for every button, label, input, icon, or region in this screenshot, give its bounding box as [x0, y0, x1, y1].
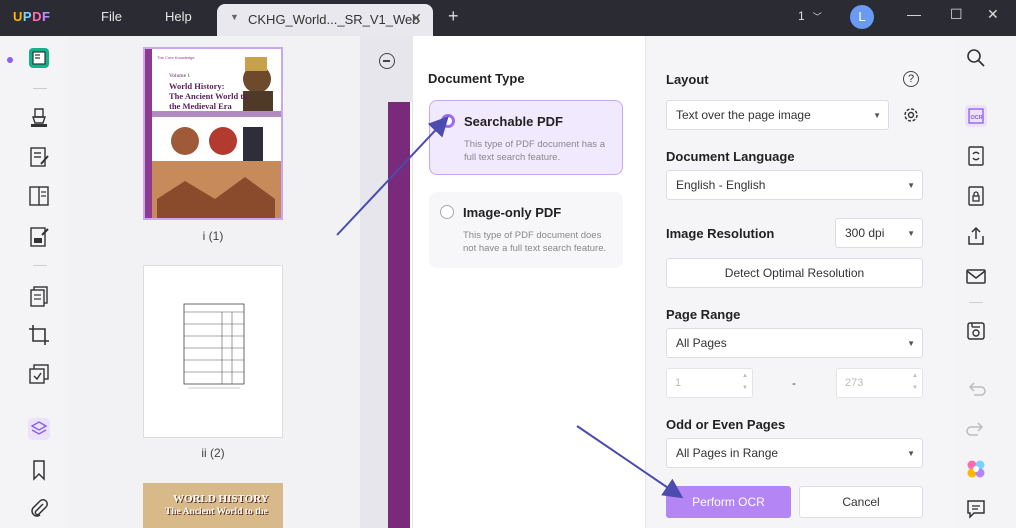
- page-range-value: All Pages: [676, 336, 727, 350]
- ai-assistant-icon[interactable]: [965, 458, 987, 480]
- thumbnail-label: i (1): [202, 229, 224, 243]
- tab-dropdown-icon[interactable]: ▼: [230, 12, 239, 22]
- zoom-out-icon[interactable]: [379, 53, 395, 69]
- option-description: This type of PDF document has a full tex…: [464, 139, 605, 163]
- range-to-field[interactable]: 273 ▲ ▼: [836, 368, 923, 398]
- minimize-icon[interactable]: —: [907, 6, 921, 22]
- cover-title: Volume 1 World History: The Ancient Worl…: [169, 73, 248, 111]
- document-type-heading: Document Type: [428, 71, 525, 86]
- close-tab-icon[interactable]: ✕: [410, 10, 422, 27]
- toolbar-divider: [33, 88, 47, 89]
- convert-icon[interactable]: [965, 145, 987, 167]
- document-tab[interactable]: ▼ CKHG_World..._SR_V1_Web ✕: [217, 4, 433, 36]
- thumbnail-label: ii (2): [201, 446, 225, 460]
- option-description: This type of PDF document does not have …: [463, 230, 607, 254]
- option-searchable-pdf[interactable]: Searchable PDF This type of PDF document…: [429, 100, 623, 175]
- layout-heading: Layout: [666, 72, 709, 87]
- highlighter-icon[interactable]: [28, 106, 52, 130]
- odd-even-value: All Pages in Range: [676, 446, 779, 460]
- svg-text:The Core Knowledge: The Core Knowledge: [157, 55, 195, 60]
- email-icon[interactable]: [965, 265, 987, 287]
- sidebar-indicator: [7, 57, 13, 63]
- language-heading: Document Language: [666, 149, 795, 164]
- reader-icon[interactable]: [28, 47, 52, 71]
- spin-up-icon[interactable]: ▲: [912, 373, 918, 379]
- resolution-value: 300 dpi: [845, 226, 885, 240]
- menu-help[interactable]: Help: [165, 9, 192, 24]
- resolution-heading: Image Resolution: [666, 226, 775, 241]
- range-from-field[interactable]: 1 ▲ ▼: [666, 368, 753, 398]
- toolbar-divider: [969, 302, 983, 303]
- dropdown-arrow-icon: ▼: [873, 111, 881, 120]
- document-page: [388, 102, 412, 528]
- option-title: Searchable PDF: [464, 114, 563, 129]
- window-count[interactable]: 1 ﹀: [798, 9, 822, 23]
- ocr-icon[interactable]: OCR: [965, 105, 987, 127]
- odd-even-heading: Odd or Even Pages: [666, 417, 786, 432]
- ocr-pages-icon[interactable]: [28, 363, 52, 387]
- cover-title: WORLD HISTORY The Ancient World to the: [165, 493, 269, 517]
- close-window-icon[interactable]: ✕: [987, 6, 999, 23]
- protect-icon[interactable]: [965, 185, 987, 207]
- language-value: English - English: [676, 178, 766, 192]
- search-icon[interactable]: [965, 47, 987, 69]
- attachment-icon[interactable]: [28, 498, 52, 522]
- option-image-only-pdf[interactable]: Image-only PDF This type of PDF document…: [429, 192, 623, 268]
- edit-text-icon[interactable]: [28, 146, 52, 170]
- dropdown-arrow-icon: ▼: [907, 181, 915, 190]
- language-select[interactable]: English - English ▼: [666, 170, 923, 200]
- tab-title: CKHG_World..._SR_V1_Web: [248, 12, 420, 27]
- new-tab-icon[interactable]: +: [448, 6, 459, 27]
- page-layout-icon[interactable]: [28, 185, 52, 209]
- page-range-select[interactable]: All Pages ▼: [666, 328, 923, 358]
- redo-icon[interactable]: [965, 418, 987, 440]
- thumbnail-page-1[interactable]: The Core Knowledge Volume 1 World Histor…: [143, 47, 283, 220]
- toolbar-divider: [33, 265, 47, 266]
- spin-down-icon[interactable]: ▼: [742, 385, 748, 391]
- organize-pages-icon[interactable]: [28, 285, 52, 309]
- layout-value: Text over the page image: [676, 108, 811, 122]
- radio-unselected-icon[interactable]: [440, 205, 454, 219]
- perform-ocr-button[interactable]: Perform OCR: [666, 486, 791, 518]
- cancel-button[interactable]: Cancel: [799, 486, 923, 518]
- thumbnail-page-3[interactable]: WORLD HISTORY The Ancient World to the: [143, 483, 283, 528]
- range-from-value: 1: [675, 377, 682, 389]
- range-to-value: 273: [845, 377, 864, 389]
- dropdown-arrow-icon: ▼: [907, 449, 915, 458]
- odd-even-select[interactable]: All Pages in Range ▼: [666, 438, 923, 468]
- bookmark-icon[interactable]: [28, 459, 52, 483]
- page-range-heading: Page Range: [666, 307, 741, 322]
- layers-icon[interactable]: [28, 418, 52, 442]
- svg-text:OCR: OCR: [971, 115, 983, 121]
- option-title: Image-only PDF: [463, 205, 562, 220]
- detect-resolution-button[interactable]: Detect Optimal Resolution: [666, 258, 923, 288]
- radio-selected-icon[interactable]: [441, 114, 455, 128]
- dropdown-arrow-icon: ▼: [907, 339, 915, 348]
- spin-down-icon[interactable]: ▼: [912, 385, 918, 391]
- undo-icon[interactable]: [965, 378, 987, 400]
- share-icon[interactable]: [965, 225, 987, 247]
- title-bar: UPDF File Help ▼ CKHG_World..._SR_V1_Web…: [0, 0, 1016, 36]
- gear-icon[interactable]: [901, 105, 921, 125]
- thumbnail-page-2[interactable]: [143, 265, 283, 438]
- spin-up-icon[interactable]: ▲: [742, 373, 748, 379]
- dropdown-arrow-icon: ▼: [907, 229, 915, 238]
- avatar[interactable]: L: [850, 5, 874, 29]
- updf-logo: UPDF: [13, 9, 51, 24]
- menu-file[interactable]: File: [101, 9, 122, 24]
- help-icon[interactable]: ?: [903, 71, 919, 87]
- resolution-select[interactable]: 300 dpi ▼: [835, 218, 923, 248]
- form-icon[interactable]: [28, 226, 52, 250]
- comment-icon[interactable]: [965, 498, 987, 520]
- crop-icon[interactable]: [28, 324, 52, 348]
- layout-select[interactable]: Text over the page image ▼: [666, 100, 889, 130]
- maximize-icon[interactable]: ☐: [950, 6, 963, 23]
- range-dash: -: [792, 376, 796, 390]
- save-icon[interactable]: [965, 320, 987, 342]
